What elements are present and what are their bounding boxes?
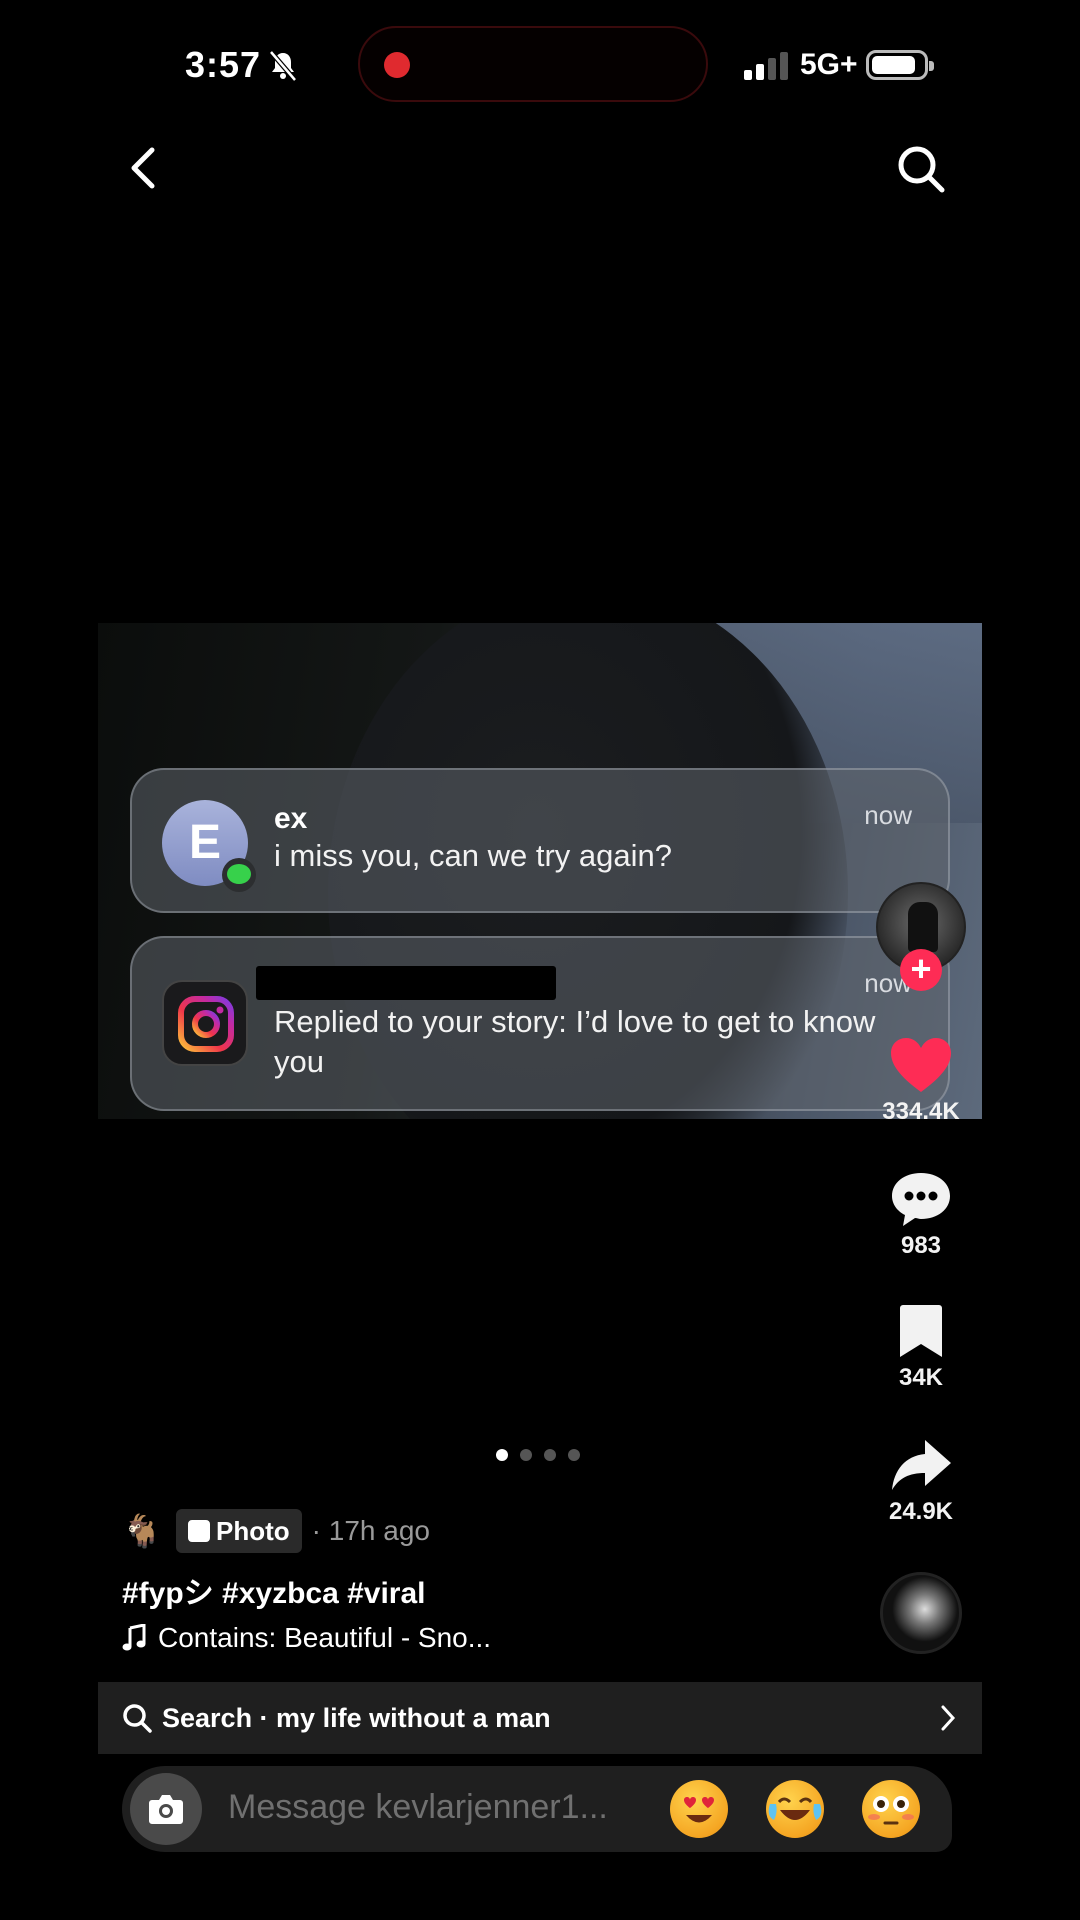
heart-eyes-emoji-button[interactable] xyxy=(670,1780,728,1838)
search-icon xyxy=(123,1704,152,1733)
battery-icon xyxy=(866,50,934,80)
status-time: 3:57 xyxy=(185,44,262,85)
instagram-icon xyxy=(162,980,248,1066)
comment-count: 983 xyxy=(900,1232,942,1259)
post-meta: 🐐 Photo · 17h ago xyxy=(122,1508,430,1554)
favorite-button[interactable]: 34K xyxy=(870,1302,972,1392)
photo-badge-label: Photo xyxy=(216,1515,290,1546)
comment-button[interactable]: 983 xyxy=(870,1170,972,1260)
sound-link[interactable]: Contains: Beautiful - Sno... xyxy=(122,1622,491,1654)
sound-title: Contains: Beautiful - Sno... xyxy=(158,1622,492,1653)
sound-disc[interactable] xyxy=(880,1572,962,1654)
message-input[interactable]: Message kevlarjenner1... xyxy=(228,1788,608,1827)
status-bar: 3:57 5G+ xyxy=(0,0,1080,130)
carousel-dot[interactable] xyxy=(568,1449,580,1461)
favorite-count: 34K xyxy=(898,1364,944,1391)
post-time: · 17h ago xyxy=(311,1515,430,1546)
message-bar: Message kevlarjenner1... xyxy=(122,1766,952,1852)
back-arrow-icon[interactable] xyxy=(124,146,164,190)
flushed-emoji-button[interactable] xyxy=(862,1780,920,1838)
imessage-notification: E ex i miss you, can we try again? now xyxy=(130,768,950,913)
carousel-dot[interactable] xyxy=(496,1449,508,1461)
comment-icon xyxy=(892,1173,950,1226)
recording-indicator-icon xyxy=(384,52,410,78)
like-count: 334.4K xyxy=(882,1098,960,1125)
carousel-indicator xyxy=(496,1449,580,1463)
redacted-username xyxy=(256,966,556,1000)
share-count: 24.9K xyxy=(888,1498,954,1525)
messages-app-icon xyxy=(222,858,256,892)
related-search-bar[interactable]: Search · my life without a man xyxy=(98,1682,982,1754)
camera-button[interactable] xyxy=(130,1773,202,1845)
instagram-notification: now Replied to your story: I’d love to g… xyxy=(130,936,950,1111)
camera-icon xyxy=(149,1795,183,1824)
post-photo[interactable]: E ex i miss you, can we try again? now n… xyxy=(98,623,982,1119)
photo-icon xyxy=(188,1520,210,1542)
related-search-text: Search · my life without a man xyxy=(162,1702,551,1733)
music-note-icon xyxy=(122,1624,146,1651)
carousel-dot[interactable] xyxy=(544,1449,556,1461)
notification-time: now xyxy=(864,800,912,830)
share-arrow-icon xyxy=(892,1440,951,1490)
share-button[interactable]: 24.9K xyxy=(870,1436,972,1526)
silent-bell-icon xyxy=(269,50,297,82)
follow-button[interactable]: + xyxy=(900,949,942,991)
search-icon[interactable] xyxy=(896,144,946,194)
carousel-dot[interactable] xyxy=(520,1449,532,1461)
bookmark-icon xyxy=(900,1305,942,1357)
photo-badge: Photo xyxy=(176,1509,302,1553)
like-button[interactable]: 334.4K xyxy=(870,1036,972,1126)
chevron-right-icon xyxy=(941,1705,956,1731)
username-emoji[interactable]: 🐐 xyxy=(122,1512,166,1550)
dynamic-island xyxy=(358,26,708,102)
cellular-signal-icon xyxy=(744,52,788,80)
post-hashtags[interactable]: #fypシ #xyzbca #viral xyxy=(122,1568,426,1612)
laughing-emoji-button[interactable] xyxy=(766,1780,824,1838)
notification-sender: ex xyxy=(274,802,308,835)
notification-message: Replied to your story: I’d love to get t… xyxy=(274,1004,876,1079)
notification-message: i miss you, can we try again? xyxy=(274,838,673,873)
heart-icon xyxy=(891,1038,951,1092)
network-type: 5G+ xyxy=(800,48,858,81)
